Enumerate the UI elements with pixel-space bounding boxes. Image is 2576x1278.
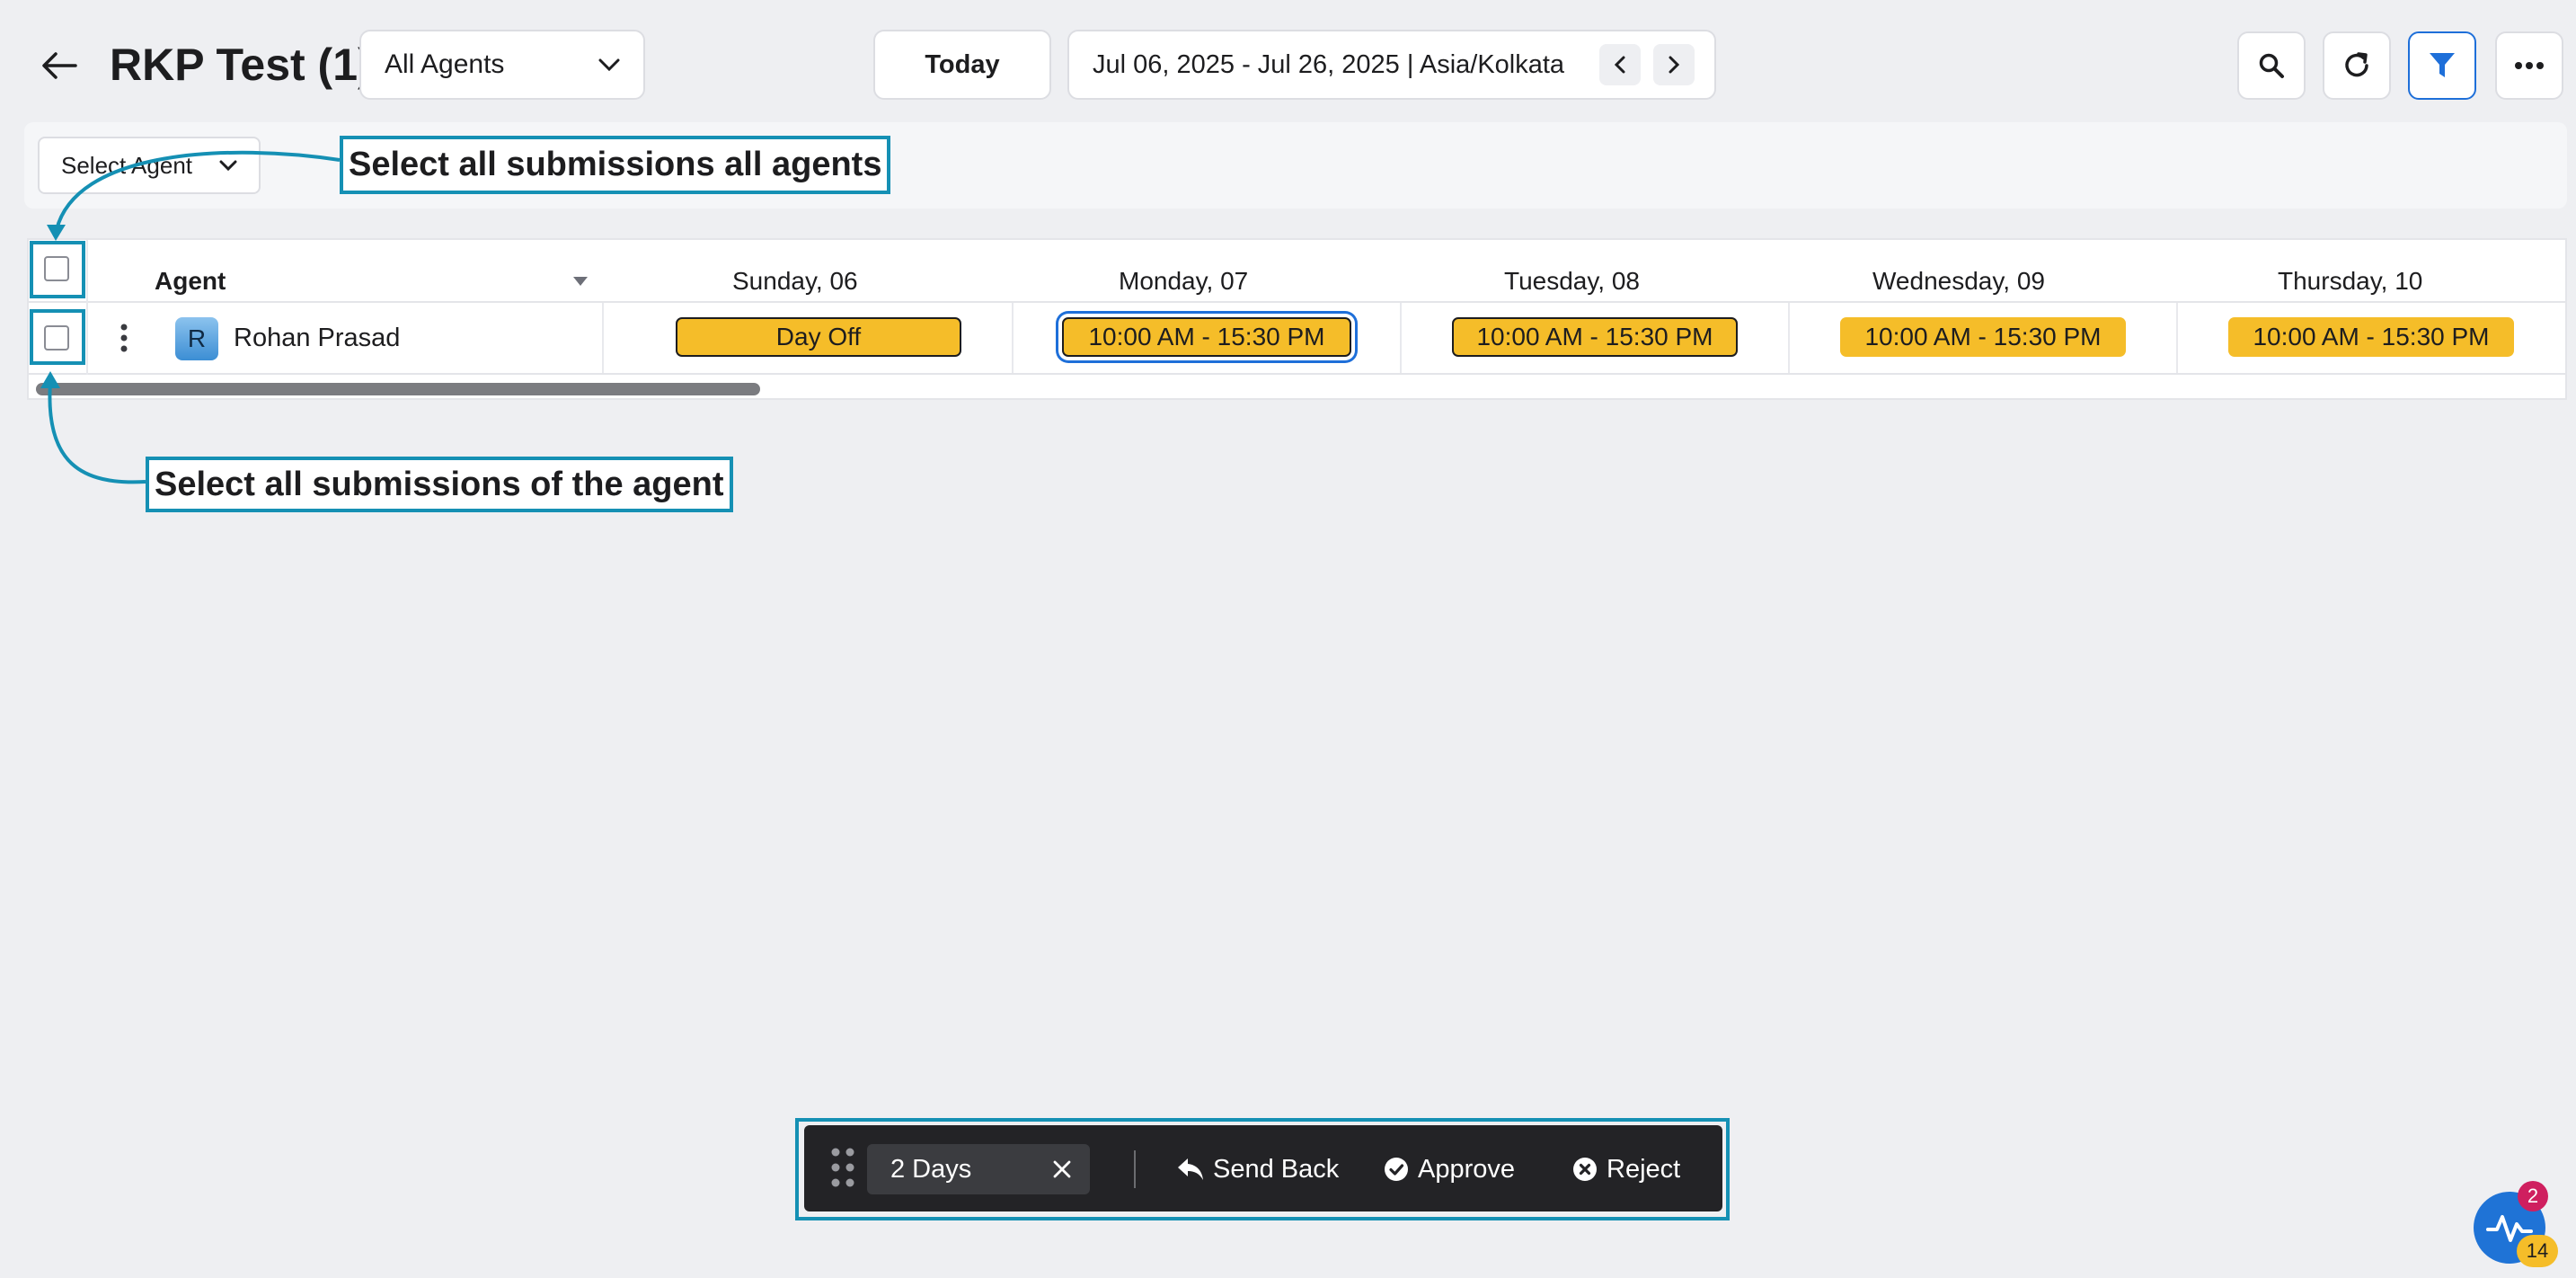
shift-cell-wednesday[interactable]: 10:00 AM - 15:30 PM [1840,317,2126,357]
shift-cell-sunday[interactable]: Day Off [676,317,961,357]
header-divider [27,301,2567,303]
day-header-sunday: Sunday, 06 [732,267,858,295]
refresh-button[interactable] [2323,31,2391,100]
more-options-button[interactable] [2495,31,2563,100]
refresh-icon [2345,52,2368,77]
chevron-left-icon [1615,56,1625,74]
chevron-down-icon [598,58,620,71]
day-header-tuesday: Tuesday, 08 [1504,267,1640,295]
date-range-text: Jul 06, 2025 - Jul 26, 2025 | Asia/Kolka… [1093,49,1565,79]
reject-label: Reject [1607,1154,1681,1184]
count-badge: 14 [2517,1235,2558,1267]
send-back-label: Send Back [1213,1154,1340,1184]
sort-agent-button[interactable] [572,276,589,287]
drag-handle[interactable] [831,1148,854,1187]
annotation-select-all-agents: Select all submissions all agents [340,136,891,194]
next-range-button[interactable] [1653,44,1695,85]
day-header-monday: Monday, 07 [1119,267,1249,295]
selection-count: 2 Days [890,1154,972,1184]
column-divider [602,303,604,373]
selection-chip: 2 Days [867,1144,1090,1194]
shift-cell-tuesday[interactable]: 10:00 AM - 15:30 PM [1452,317,1738,357]
drag-handle-icon [831,1148,854,1187]
day-header-thursday: Thursday, 10 [2278,267,2423,295]
agent-filter-dropdown[interactable]: All Agents [359,30,645,100]
agent-filter-value: All Agents [385,49,505,79]
search-button[interactable] [2237,31,2306,100]
shift-cell-thursday[interactable]: 10:00 AM - 15:30 PM [2228,317,2514,357]
reject-button[interactable]: Reject [1572,1147,1680,1192]
check-circle-icon [1385,1158,1408,1181]
column-divider [1012,303,1014,373]
more-horizontal-icon [2515,62,2544,69]
reply-icon [1178,1158,1203,1180]
today-button[interactable]: Today [873,30,1051,100]
chevron-right-icon [1669,56,1679,74]
x-circle-icon [1573,1158,1597,1181]
caret-down-icon [573,277,588,286]
action-divider [1134,1150,1136,1188]
today-label: Today [925,49,1000,79]
shift-cell-monday[interactable]: 10:00 AM - 15:30 PM [1062,317,1351,357]
close-icon[interactable] [1052,1159,1072,1179]
approve-button[interactable]: Approve [1384,1147,1515,1192]
column-divider [2176,303,2178,373]
search-icon [2259,53,2284,78]
filter-button[interactable] [2408,31,2476,100]
row-divider [27,373,2567,375]
annotation-arrows [40,150,341,484]
previous-range-button[interactable] [1599,44,1641,85]
notification-badge: 2 [2518,1181,2548,1211]
approve-label: Approve [1418,1154,1516,1184]
date-range-picker[interactable]: Jul 06, 2025 - Jul 26, 2025 | Asia/Kolka… [1067,30,1716,100]
day-header-wednesday: Wednesday, 09 [1872,267,2045,295]
column-divider [1788,303,1790,373]
column-divider [1400,303,1402,373]
filter-icon [2430,53,2455,77]
send-back-button[interactable]: Send Back [1177,1147,1339,1192]
